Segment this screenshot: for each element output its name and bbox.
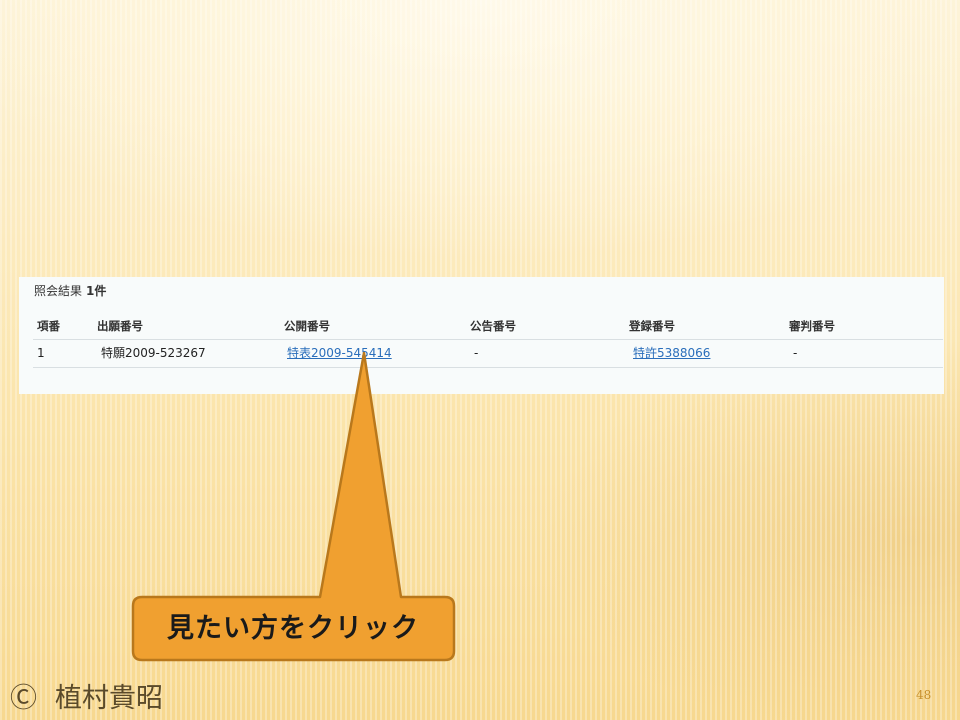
header-index: 項番 <box>37 319 60 333</box>
header-registration-number: 登録番号 <box>629 319 675 333</box>
page-number: 48 <box>916 688 932 702</box>
registration-number-link[interactable]: 特許5388066 <box>633 340 710 366</box>
publication-number-link[interactable]: 特表2009-545414 <box>287 340 392 366</box>
row-index: 1 <box>37 346 45 360</box>
author-name: 植村貴昭 <box>55 683 163 714</box>
header-publication-number: 公開番号 <box>284 319 330 333</box>
result-summary-label: 照会結果 <box>34 284 83 298</box>
appeal-number: - <box>793 346 798 360</box>
result-count: 1件 <box>86 284 107 298</box>
header-application-number: 出願番号 <box>97 319 143 333</box>
header-announcement-number: 公告番号 <box>470 319 516 333</box>
search-results-panel: 照会結果 1件 項番 出願番号 公開番号 公告番号 登録番号 審判番号 1 特願2… <box>19 277 944 394</box>
copyright: Ⓒ 植村貴昭 <box>10 676 163 715</box>
header-appeal-number: 審判番号 <box>789 319 835 333</box>
table-row: 1 特願2009-523267 特表2009-545414 - 特許538806… <box>33 340 943 368</box>
copyright-icon: Ⓒ <box>10 683 37 714</box>
application-number: 特願2009-523267 <box>101 346 206 360</box>
results-table: 項番 出願番号 公開番号 公告番号 登録番号 審判番号 1 特願2009-523… <box>33 313 943 368</box>
table-header-row: 項番 出願番号 公開番号 公告番号 登録番号 審判番号 <box>33 313 943 340</box>
announcement-number: - <box>474 346 479 360</box>
callout-text: 見たい方をクリック <box>167 613 419 644</box>
result-summary: 照会結果 1件 <box>34 282 106 299</box>
